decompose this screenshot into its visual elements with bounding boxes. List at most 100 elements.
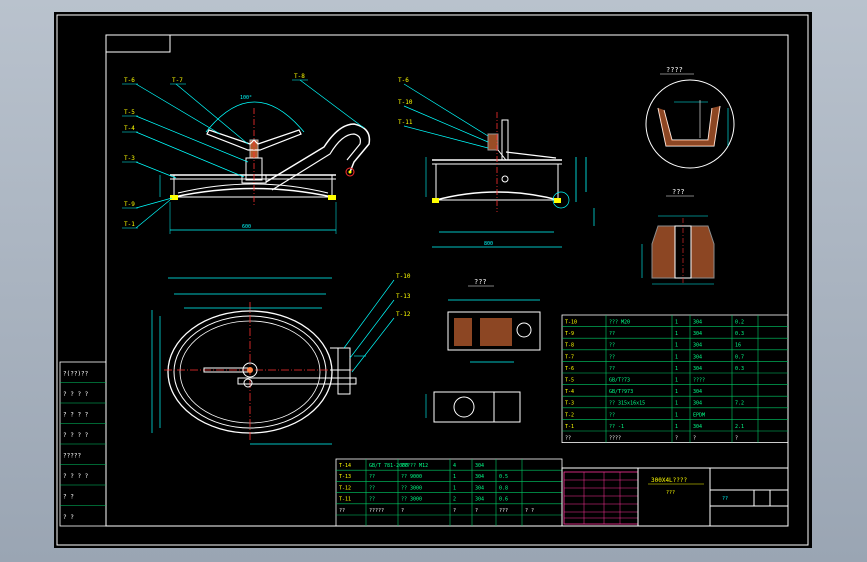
- right-table-header: ??: [565, 436, 571, 442]
- left-legend: ?(??)?? ? ? ? ? ? ? ? ? ? ? ? ?????? ? ? ? ?…: [59, 361, 107, 527]
- section-title: ???: [474, 278, 487, 286]
- block-section-view: ???: [425, 278, 541, 423]
- right-table-cell: T-4: [565, 389, 574, 395]
- right-table-cell: 0.3: [735, 331, 744, 337]
- legend-row-label: ? ? ? ?: [63, 432, 89, 439]
- right-table-cell: 2.1: [735, 424, 744, 430]
- drawing-canvas[interactable]: 100° ???? ??? ??? ?(??)?? ? ? ? ? ? ? ? …: [54, 12, 812, 548]
- bottom-table-cell: T-13: [339, 474, 351, 480]
- legend-row-label: ?(??)??: [63, 370, 89, 377]
- bottom-table-cell: 304: [475, 497, 484, 503]
- right-table-cell: 1: [675, 331, 678, 337]
- bottom-table-header: ?: [453, 508, 456, 514]
- detail-title-1: ????: [666, 66, 683, 74]
- right-table-cell: ????: [693, 378, 705, 384]
- legend-row-label: ? ?: [63, 493, 74, 500]
- right-table-cell: 304: [693, 424, 702, 430]
- bottom-table-cell: ??: [369, 497, 375, 503]
- right-table-cell: 1: [675, 366, 678, 372]
- right-table-cell: T-2: [565, 412, 574, 418]
- right-table-header: ?: [675, 436, 678, 442]
- right-table-cell: ??: [609, 343, 615, 349]
- leader-label-plan: T-10: [396, 273, 411, 280]
- right-table-cell: 304: [693, 401, 702, 407]
- dimension-label: 800: [484, 241, 493, 247]
- legend-row-label: ? ? ? ?: [63, 411, 89, 418]
- leader-label-left: T-8: [294, 73, 305, 80]
- title-block-scale: ??: [722, 496, 728, 502]
- leader-label-left: T-3: [124, 155, 135, 162]
- title-block: 300X4L???? ??? ??: [561, 467, 789, 527]
- bottom-table-cell: 0.5: [499, 474, 508, 480]
- leader-label-mid: T-10: [398, 99, 413, 106]
- detail-view-section: ???: [641, 188, 715, 285]
- right-table-header: ????: [609, 436, 621, 442]
- right-table-cell: T-1: [565, 424, 574, 430]
- right-table-cell: ?? 315x16x15: [609, 401, 645, 407]
- dimension-label: 600: [242, 224, 251, 230]
- bottom-table-cell: ??: [369, 485, 375, 491]
- right-table-cell: 16: [735, 343, 741, 349]
- bottom-table-cell: 0.8: [499, 485, 508, 491]
- leader-label-plan: T-12: [396, 311, 411, 318]
- right-table-cell: 304: [693, 354, 702, 360]
- cad-drawing: 100° ???? ??? ??? ?(??)??? ? ? ?? ? ? ??…: [56, 14, 809, 546]
- cad-viewport[interactable]: 100° ???? ??? ??? ?(??)?? ? ? ? ? ? ? ? …: [0, 0, 867, 562]
- right-table-header: ?: [735, 436, 738, 442]
- right-table-cell: T-6: [565, 366, 574, 372]
- title-block-title: 300X4L????: [651, 477, 688, 484]
- right-table-cell: 1: [675, 401, 678, 407]
- right-table-cell: 1: [675, 320, 678, 326]
- right-table-cell: T-9: [565, 331, 574, 337]
- corner-box: [105, 34, 171, 53]
- drawing-frame: [56, 14, 809, 546]
- bottom-table-header: ?: [401, 508, 404, 514]
- angle-label: 100°: [240, 95, 252, 101]
- right-table-cell: 304: [693, 389, 702, 395]
- detail-view-circle: ????: [645, 66, 735, 169]
- right-table-cell: 1: [675, 412, 678, 418]
- side-view: [403, 83, 595, 248]
- inner-border: [105, 34, 789, 527]
- leader-label-mid: T-11: [398, 119, 413, 126]
- right-table-cell: GB/T?973: [609, 389, 633, 395]
- right-table-cell: 304: [693, 331, 702, 337]
- legend-row-label: ?????: [63, 452, 81, 459]
- bottom-table-cell: ?? 9000: [401, 474, 422, 480]
- right-table-cell: 0.2: [735, 320, 744, 326]
- leader-label-left: T-5: [124, 109, 135, 116]
- bottom-table-cell: 304: [475, 474, 484, 480]
- right-table-cell: T-7: [565, 354, 574, 360]
- right-table-cell: 304: [693, 320, 702, 326]
- bottom-table-cell: T-11: [339, 497, 351, 503]
- bottom-table-header: ??: [339, 508, 345, 514]
- leader-label-left: T-7: [172, 77, 183, 84]
- right-table-cell: ??: [609, 331, 615, 337]
- bottom-table-cell: 304: [475, 463, 484, 469]
- right-table-cell: 1: [675, 378, 678, 384]
- bottom-table-cell: 2: [453, 497, 456, 503]
- bottom-table-cell: ?? 3000: [401, 497, 422, 503]
- right-table-cell: 0.7: [735, 354, 744, 360]
- bottom-table-cell: ?? 3000: [401, 485, 422, 491]
- bottom-table-header: ?????: [369, 508, 384, 514]
- bottom-table-cell: 0.6: [499, 497, 508, 503]
- parts-table-bottom: T-14 GB/T 781-2000????? M12 4 304T-13???? 9…: [335, 458, 563, 527]
- right-table-cell: ??? M20: [609, 320, 630, 326]
- bottom-table-cell: T-14: [339, 463, 351, 469]
- leader-label-mid: T-6: [398, 77, 409, 84]
- bottom-table-cell: 4: [453, 463, 456, 469]
- right-table-cell: 1: [675, 389, 678, 395]
- right-table-cell: T-8: [565, 343, 574, 349]
- right-table-cell: GB/T?73: [609, 378, 630, 384]
- leader-label-left: T-4: [124, 125, 135, 132]
- right-table-cell: ??: [609, 412, 615, 418]
- plan-view: [151, 277, 395, 445]
- bottom-table-cell: 1: [453, 485, 456, 491]
- right-table-cell: ??: [609, 366, 615, 372]
- bottom-table-header: ?: [475, 508, 478, 514]
- bottom-table-cell: 1: [453, 474, 456, 480]
- right-table-cell: T-5: [565, 378, 574, 384]
- front-view: 100°: [135, 79, 371, 234]
- bottom-table-cell: T-12: [339, 485, 351, 491]
